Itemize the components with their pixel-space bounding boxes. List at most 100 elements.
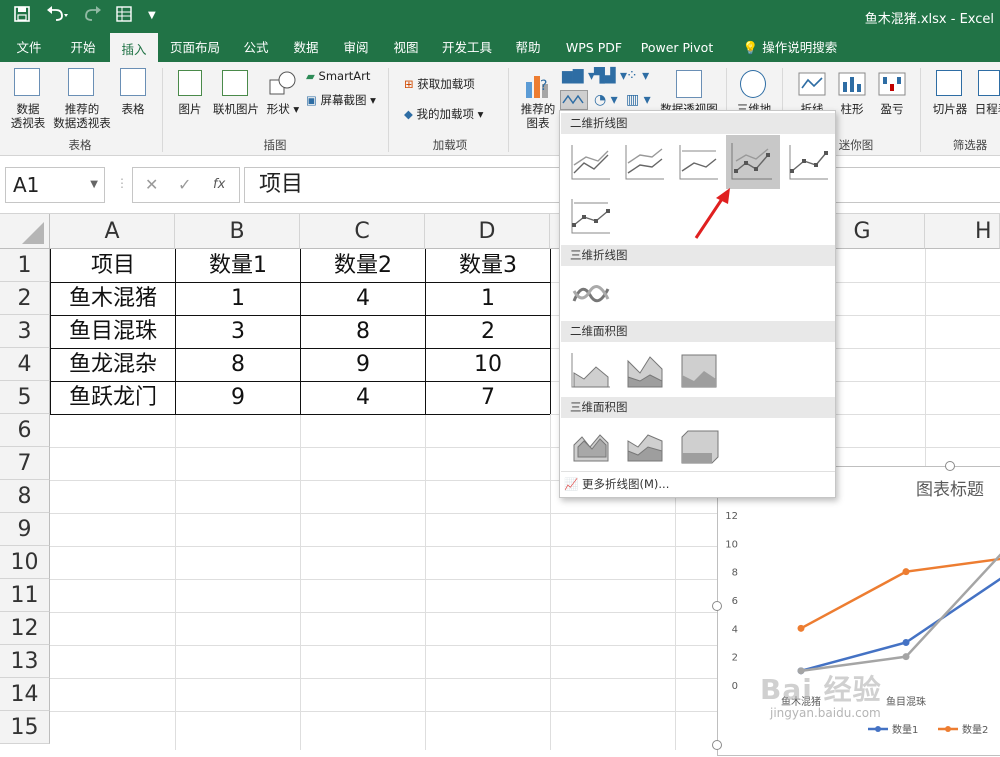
line-option[interactable] [566, 137, 616, 187]
customize-qa-icon[interactable]: ▼ [148, 10, 156, 21]
cell-D1[interactable]: 数量3 [426, 249, 550, 282]
tab-insert[interactable]: 插入 [110, 33, 158, 62]
cell-A1[interactable]: 项目 [51, 249, 175, 282]
cell-B1[interactable]: 数量1 [176, 249, 300, 282]
row-header[interactable]: 2 [0, 282, 50, 315]
tell-me-search[interactable]: 💡 操作说明搜索 [734, 33, 846, 62]
cell-A3[interactable]: 鱼目混珠 [51, 315, 175, 348]
column-header[interactable]: H [925, 214, 1000, 249]
cell-C2[interactable]: 4 [301, 282, 425, 315]
chevron-down-icon[interactable]: ▼ [90, 168, 98, 202]
more-line-charts-button[interactable]: 📈 更多折线图(M)... [564, 476, 669, 492]
cell-D5[interactable]: 7 [426, 381, 550, 414]
line-chart-dropdown-button[interactable] [560, 90, 588, 110]
cell-B2[interactable]: 1 [176, 282, 300, 315]
save-icon[interactable] [14, 6, 30, 26]
slicer-button[interactable]: 切片器 [930, 102, 970, 116]
pie-chart-icon[interactable]: ◔ ▾ [594, 92, 618, 108]
shapes-button[interactable]: 形状 ▾ [264, 102, 302, 116]
tab-data[interactable]: 数据 [284, 33, 328, 62]
row-header[interactable]: 9 [0, 513, 50, 546]
row-header[interactable]: 13 [0, 645, 50, 678]
row-header[interactable]: 7 [0, 447, 50, 480]
column-sparkline-button[interactable]: 柱形 [836, 102, 868, 116]
column-header[interactable]: D [425, 214, 550, 249]
tab-review[interactable]: 审阅 [334, 33, 378, 62]
timeline-button[interactable]: 日程表 [972, 102, 1000, 116]
cancel-icon[interactable]: ✕ [145, 175, 158, 194]
data-point[interactable] [902, 568, 910, 576]
stacked-area-option[interactable] [620, 345, 670, 395]
stacked-line-option[interactable] [620, 137, 670, 187]
picture-button[interactable]: 图片 [172, 102, 208, 116]
3d-percent-stacked-area-option[interactable] [674, 421, 724, 471]
line-with-markers-option[interactable] [726, 135, 780, 189]
table-button[interactable]: 表格 [116, 102, 150, 116]
select-all-corner[interactable] [0, 214, 50, 249]
chart-resize-handle[interactable] [712, 601, 722, 611]
tab-help[interactable]: 帮助 [506, 33, 550, 62]
smartart-button[interactable]: ▰ SmartArt [306, 69, 370, 83]
cell-B4[interactable]: 8 [176, 348, 300, 381]
row-header[interactable]: 14 [0, 678, 50, 711]
row-header[interactable]: 15 [0, 711, 50, 744]
row-header[interactable]: 11 [0, 579, 50, 612]
insert-function-icon[interactable]: fx [213, 177, 225, 192]
row-header[interactable]: 10 [0, 546, 50, 579]
combo-chart-icon[interactable]: ▥ ▾ [626, 92, 651, 108]
tab-developer[interactable]: 开发工具 [436, 33, 498, 62]
cell-B5[interactable]: 9 [176, 381, 300, 414]
data-point[interactable] [902, 639, 910, 646]
percent-stacked-line-option[interactable] [674, 137, 724, 187]
cell-A5[interactable]: 鱼跃龙门 [51, 381, 175, 414]
percent-stacked-area-option[interactable] [674, 345, 724, 395]
enter-icon[interactable]: ✓ [178, 175, 191, 194]
get-addins-button[interactable]: ⊞ 获取加载项 [404, 76, 475, 92]
row-header[interactable]: 8 [0, 480, 50, 513]
undo-icon[interactable] [46, 6, 68, 26]
recommended-charts-button[interactable]: 推荐的 图表 [516, 102, 560, 130]
cell-C1[interactable]: 数量2 [301, 249, 425, 282]
column-header[interactable]: A [50, 214, 175, 249]
cell-C4[interactable]: 9 [301, 348, 425, 381]
row-header[interactable]: 12 [0, 612, 50, 645]
3d-area-option[interactable] [566, 421, 616, 471]
chart-resize-handle[interactable] [712, 740, 722, 750]
screenshot-button[interactable]: ▣ 屏幕截图 ▾ [306, 92, 376, 108]
series-line-2[interactable] [800, 557, 1000, 630]
scatter-chart-icon[interactable]: ⁘ ▾ [626, 68, 649, 84]
tab-file[interactable]: 文件 [8, 33, 50, 62]
row-header[interactable]: 5 [0, 381, 50, 414]
cell-C3[interactable]: 8 [301, 315, 425, 348]
tab-page-layout[interactable]: 页面布局 [166, 33, 224, 62]
cell-D3[interactable]: 2 [426, 315, 550, 348]
column-header[interactable]: C [300, 214, 425, 249]
recommended-pivot-button[interactable]: 推荐的 数据透视表 [50, 102, 114, 130]
tab-home[interactable]: 开始 [60, 33, 106, 62]
cell-A2[interactable]: 鱼木混猪 [51, 282, 175, 315]
my-addins-button[interactable]: ◆ 我的加载项 ▾ [404, 106, 483, 122]
area-option[interactable] [566, 345, 616, 395]
hierarchy-chart-icon[interactable]: ▜▟ ▾ [594, 68, 627, 84]
cell-D4[interactable]: 10 [426, 348, 550, 381]
tab-formulas[interactable]: 公式 [234, 33, 278, 62]
3d-line-option[interactable] [566, 269, 616, 319]
row-header[interactable]: 1 [0, 249, 50, 282]
cell-C5[interactable]: 4 [301, 381, 425, 414]
tab-wps-pdf[interactable]: WPS PDF [560, 33, 628, 62]
data-point[interactable] [902, 653, 910, 661]
stacked-line-markers-option[interactable] [784, 137, 834, 187]
online-picture-button[interactable]: 联机图片 [210, 102, 262, 116]
row-header[interactable]: 4 [0, 348, 50, 381]
winloss-sparkline-button[interactable]: 盈亏 [876, 102, 908, 116]
column-header[interactable]: B [175, 214, 300, 249]
tab-view[interactable]: 视图 [384, 33, 428, 62]
tab-power-pivot[interactable]: Power Pivot [638, 33, 716, 62]
percent-stacked-line-markers-option[interactable] [566, 191, 616, 241]
pivot-table-button[interactable]: 数据 透视表 [4, 102, 52, 130]
data-point[interactable] [797, 624, 805, 632]
column-chart-icon[interactable]: ▆▇ ▾ [562, 68, 595, 84]
cell-B3[interactable]: 3 [176, 315, 300, 348]
3d-stacked-area-option[interactable] [620, 421, 670, 471]
cell-A4[interactable]: 鱼龙混杂 [51, 348, 175, 381]
